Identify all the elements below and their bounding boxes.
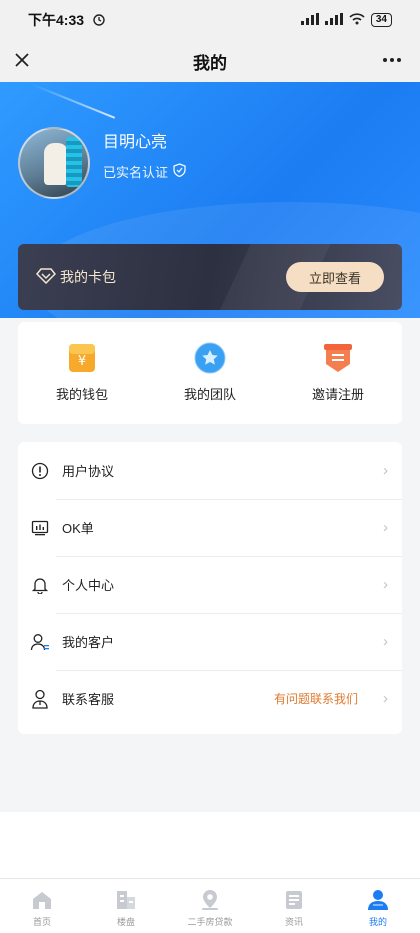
team-icon <box>194 342 226 374</box>
quick-item-invite[interactable]: 邀请注册 <box>274 322 402 424</box>
contact-hint: 有问题联系我们 <box>273 692 358 706</box>
tab-label: 二手房贷款 <box>187 917 233 927</box>
status-time: 下午4:33 <box>28 12 85 28</box>
quick-label: 邀请注册 <box>311 387 364 402</box>
menu-item-personal-center[interactable]: 个人中心 › <box>18 556 402 613</box>
info-icon <box>30 461 50 481</box>
wifi-icon <box>349 12 365 28</box>
menu-item-contact-service[interactable]: 联系客服 有问题联系我们 › <box>18 670 402 727</box>
menu-label: 我的客户 <box>62 635 115 650</box>
menu-item-ok-orders[interactable]: OK单 › <box>18 499 402 556</box>
quick-actions: ¥ 我的钱包 我的团队 邀请注册 <box>18 322 402 424</box>
vip-diamond-icon <box>35 267 57 287</box>
tab-label: 首页 <box>32 917 51 927</box>
tab-properties[interactable]: 楼盘 <box>84 879 168 933</box>
customer-icon <box>30 632 50 652</box>
tab-profile[interactable]: 我的 <box>336 879 420 933</box>
tab-label: 楼盘 <box>116 917 135 927</box>
more-icon[interactable] <box>380 48 404 72</box>
alarm-icon <box>92 12 106 29</box>
tab-news[interactable]: 资讯 <box>252 879 336 933</box>
wallet-icon: ¥ <box>66 342 98 374</box>
bell-icon <box>30 575 50 595</box>
news-icon <box>283 889 305 911</box>
battery-icon: 34 <box>370 13 392 27</box>
loan-icon <box>199 889 221 911</box>
quick-label: 我的钱包 <box>55 387 108 402</box>
building-icon <box>115 889 137 911</box>
tab-second-hand-loan[interactable]: 二手房贷款 <box>168 879 252 933</box>
nav-bar: 我的 <box>0 40 420 82</box>
content-footer-area <box>0 812 420 878</box>
service-icon <box>30 689 50 709</box>
chevron-right-icon: › <box>383 462 388 479</box>
wallet-title: 我的卡包 <box>60 269 116 285</box>
monitor-icon <box>30 518 50 538</box>
menu-item-my-customers[interactable]: 我的客户 › <box>18 613 402 670</box>
quick-item-team[interactable]: 我的团队 <box>146 322 274 424</box>
signal-icon <box>300 12 319 28</box>
avatar[interactable] <box>18 127 90 199</box>
menu-label: 联系客服 <box>62 692 115 707</box>
settings-menu: 用户协议 › OK单 › 个人中心 › 我的客户 › 联系客服 有问题联系我们 … <box>18 442 402 734</box>
quick-label: 我的团队 <box>183 387 236 402</box>
card-wallet-banner[interactable]: 我的卡包 立即查看 <box>18 244 402 310</box>
chevron-right-icon: › <box>383 576 388 593</box>
tab-label: 我的 <box>368 917 387 927</box>
status-bar: 下午4:33 34 <box>0 0 420 40</box>
verify-label: 已实名认证 <box>103 165 169 180</box>
shield-check-icon <box>173 163 186 180</box>
chevron-right-icon: › <box>383 633 388 650</box>
quick-item-wallet[interactable]: ¥ 我的钱包 <box>18 322 146 424</box>
tab-home[interactable]: 首页 <box>0 879 84 933</box>
page-title: 我的 <box>193 53 227 73</box>
home-icon <box>31 889 53 911</box>
close-icon[interactable] <box>10 48 34 72</box>
user-name: 目明心亮 <box>103 134 168 151</box>
verification-status: 已实名认证 <box>103 162 186 181</box>
wallet-label-group: 我的卡包 <box>35 267 116 287</box>
svg-text:¥: ¥ <box>78 354 86 369</box>
tab-label: 资讯 <box>284 917 303 927</box>
view-now-button[interactable]: 立即查看 <box>286 262 384 292</box>
chevron-right-icon: › <box>383 690 388 707</box>
invite-icon <box>322 342 354 374</box>
menu-item-user-agreement[interactable]: 用户协议 › <box>18 442 402 499</box>
chevron-right-icon: › <box>383 519 388 536</box>
signal-hd-icon <box>324 12 343 28</box>
menu-label: 用户协议 <box>62 464 115 479</box>
bottom-tab-bar: 首页 楼盘 二手房贷款 资讯 我的 <box>0 878 420 933</box>
menu-label: 个人中心 <box>62 578 115 593</box>
profile-icon <box>367 889 389 911</box>
menu-label: OK单 <box>62 521 94 536</box>
hero-decoration <box>30 83 116 119</box>
